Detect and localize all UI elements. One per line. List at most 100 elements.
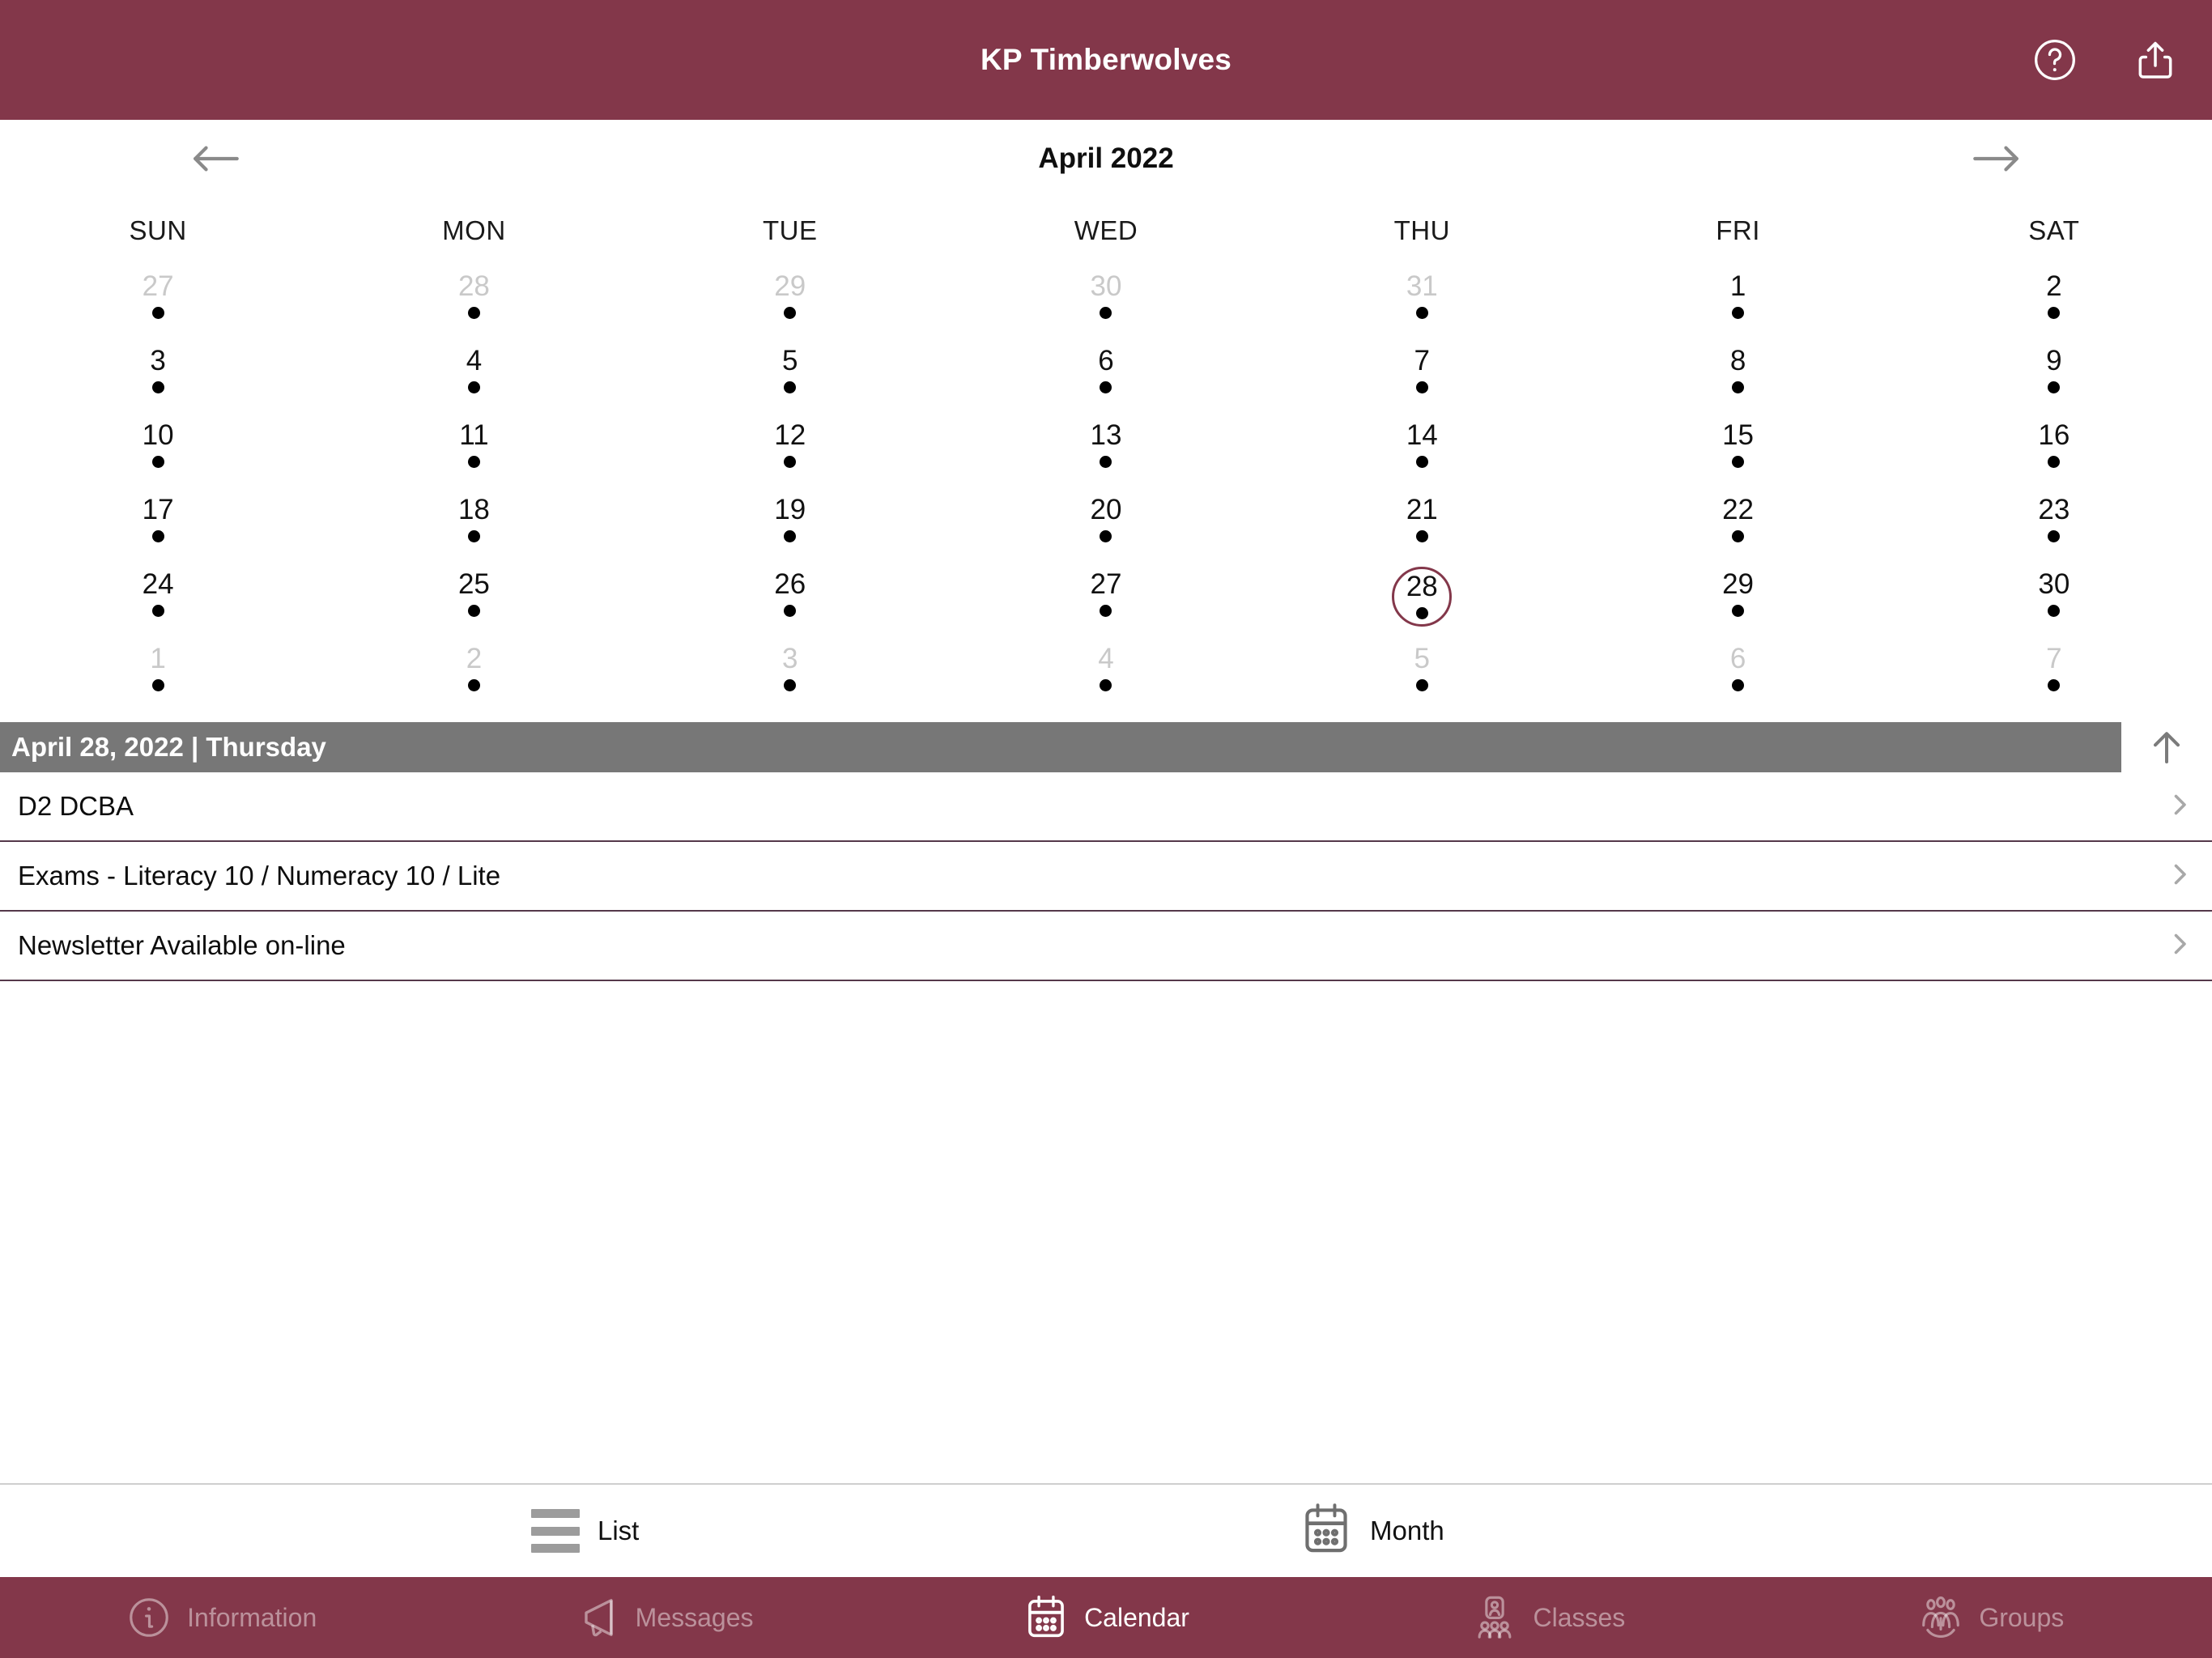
day-number: 5 [1414, 644, 1430, 674]
day-number: 21 [1406, 495, 1438, 525]
event-dot [468, 456, 480, 468]
event-dot [1416, 679, 1428, 691]
calendar-day-3-adjacent[interactable]: 3 [632, 636, 948, 711]
day-number-wrapper: 4 [1076, 641, 1136, 701]
calendar-day-8[interactable]: 8 [1580, 338, 1895, 413]
calendar-day-18[interactable]: 18 [316, 487, 632, 562]
calendar-day-29-adjacent[interactable]: 29 [632, 264, 948, 338]
day-number-wrapper: 26 [760, 567, 820, 627]
day-number: 24 [143, 569, 174, 600]
event-row[interactable]: Exams - Literacy 10 / Numeracy 10 / Lite [0, 842, 2212, 912]
calendar-day-30-adjacent[interactable]: 30 [948, 264, 1264, 338]
calendar-day-4[interactable]: 4 [316, 338, 632, 413]
event-row[interactable]: D2 DCBA [0, 772, 2212, 842]
calendar-day-29[interactable]: 29 [1580, 562, 1895, 636]
calendar-day-23[interactable]: 23 [1896, 487, 2212, 562]
tab-classes[interactable]: Classes [1327, 1594, 1769, 1641]
day-number-wrapper: 4 [444, 343, 504, 403]
calendar-day-11[interactable]: 11 [316, 413, 632, 487]
calendar-day-27-adjacent[interactable]: 27 [0, 264, 316, 338]
calendar-day-15[interactable]: 15 [1580, 413, 1895, 487]
calendar-day-6-adjacent[interactable]: 6 [1580, 636, 1895, 711]
calendar-day-31-adjacent[interactable]: 31 [1264, 264, 1580, 338]
calendar-day-1-adjacent[interactable]: 1 [0, 636, 316, 711]
calendar-day-19[interactable]: 19 [632, 487, 948, 562]
help-circle-icon[interactable] [2032, 37, 2078, 83]
day-number: 19 [774, 495, 806, 525]
calendar-day-27[interactable]: 27 [948, 562, 1264, 636]
day-number: 4 [1098, 644, 1113, 674]
calendar-day-9[interactable]: 9 [1896, 338, 2212, 413]
app-header: KP Timberwolves [0, 0, 2212, 120]
calendar-day-21[interactable]: 21 [1264, 487, 1580, 562]
calendar-day-20[interactable]: 20 [948, 487, 1264, 562]
tab-calendar[interactable]: Calendar [885, 1594, 1327, 1641]
tab-messages[interactable]: Messages [442, 1594, 884, 1641]
calendar-day-30[interactable]: 30 [1896, 562, 2212, 636]
calendar-day-16[interactable]: 16 [1896, 413, 2212, 487]
event-dot [1100, 307, 1112, 319]
event-dot [784, 605, 796, 617]
calendar-day-14[interactable]: 14 [1264, 413, 1580, 487]
event-dot [784, 679, 796, 691]
calendar-day-2[interactable]: 2 [1896, 264, 2212, 338]
event-title: Exams - Literacy 10 / Numeracy 10 / Lite [18, 861, 2165, 891]
day-number: 12 [774, 420, 806, 451]
content-spacer [0, 981, 2212, 1483]
calendar-day-28[interactable]: 28 [1264, 562, 1580, 636]
tab-groups[interactable]: Groups [1770, 1594, 2212, 1641]
day-number-wrapper: 9 [2024, 343, 2084, 403]
day-number-wrapper: 24 [128, 567, 188, 627]
calendar-day-2-adjacent[interactable]: 2 [316, 636, 632, 711]
event-row[interactable]: Newsletter Available on-line [0, 912, 2212, 981]
day-number: 17 [143, 495, 174, 525]
info-circle-icon [125, 1594, 172, 1641]
calendar-day-17[interactable]: 17 [0, 487, 316, 562]
day-number: 2 [466, 644, 482, 674]
event-dot [1100, 381, 1112, 393]
day-number: 4 [466, 346, 482, 376]
day-number-wrapper: 21 [1392, 492, 1452, 552]
prev-month-button[interactable] [185, 136, 246, 181]
day-number-wrapper: 1 [1708, 269, 1768, 329]
calendar-day-6[interactable]: 6 [948, 338, 1264, 413]
event-dot [1100, 530, 1112, 542]
day-number-wrapper: 8 [1708, 343, 1768, 403]
next-month-button[interactable] [1966, 136, 2027, 181]
day-number: 16 [2038, 420, 2069, 451]
event-dot [2048, 307, 2060, 319]
calendar-day-10[interactable]: 10 [0, 413, 316, 487]
calendar-day-24[interactable]: 24 [0, 562, 316, 636]
calendar-day-5-adjacent[interactable]: 5 [1264, 636, 1580, 711]
day-number: 31 [1406, 271, 1438, 302]
day-number: 5 [782, 346, 798, 376]
day-number: 6 [1098, 346, 1113, 376]
weekday-fri: FRI [1580, 215, 1895, 246]
month-view-button[interactable]: Month [1300, 1502, 1681, 1561]
calendar-day-13[interactable]: 13 [948, 413, 1264, 487]
calendar-day-12[interactable]: 12 [632, 413, 948, 487]
calendar-day-3[interactable]: 3 [0, 338, 316, 413]
selected-date-bar-row: April 28, 2022 | Thursday [0, 722, 2212, 772]
share-icon[interactable] [2133, 37, 2178, 83]
day-number-wrapper: 30 [1076, 269, 1136, 329]
calendar-icon [1300, 1502, 1352, 1561]
list-view-button[interactable]: List [531, 1509, 912, 1553]
event-dot [1732, 605, 1744, 617]
calendar-day-5[interactable]: 5 [632, 338, 948, 413]
calendar-day-7[interactable]: 7 [1264, 338, 1580, 413]
calendar-icon [1023, 1594, 1070, 1641]
calendar-day-22[interactable]: 22 [1580, 487, 1895, 562]
calendar-day-1[interactable]: 1 [1580, 264, 1895, 338]
calendar-day-4-adjacent[interactable]: 4 [948, 636, 1264, 711]
event-dot [2048, 381, 2060, 393]
day-number-wrapper: 16 [2024, 418, 2084, 478]
day-number: 13 [1091, 420, 1122, 451]
calendar-day-7-adjacent[interactable]: 7 [1896, 636, 2212, 711]
calendar-day-26[interactable]: 26 [632, 562, 948, 636]
tab-information[interactable]: Information [0, 1594, 442, 1641]
event-dot [2048, 679, 2060, 691]
collapse-agenda-button[interactable] [2121, 722, 2212, 772]
calendar-day-25[interactable]: 25 [316, 562, 632, 636]
calendar-day-28-adjacent[interactable]: 28 [316, 264, 632, 338]
